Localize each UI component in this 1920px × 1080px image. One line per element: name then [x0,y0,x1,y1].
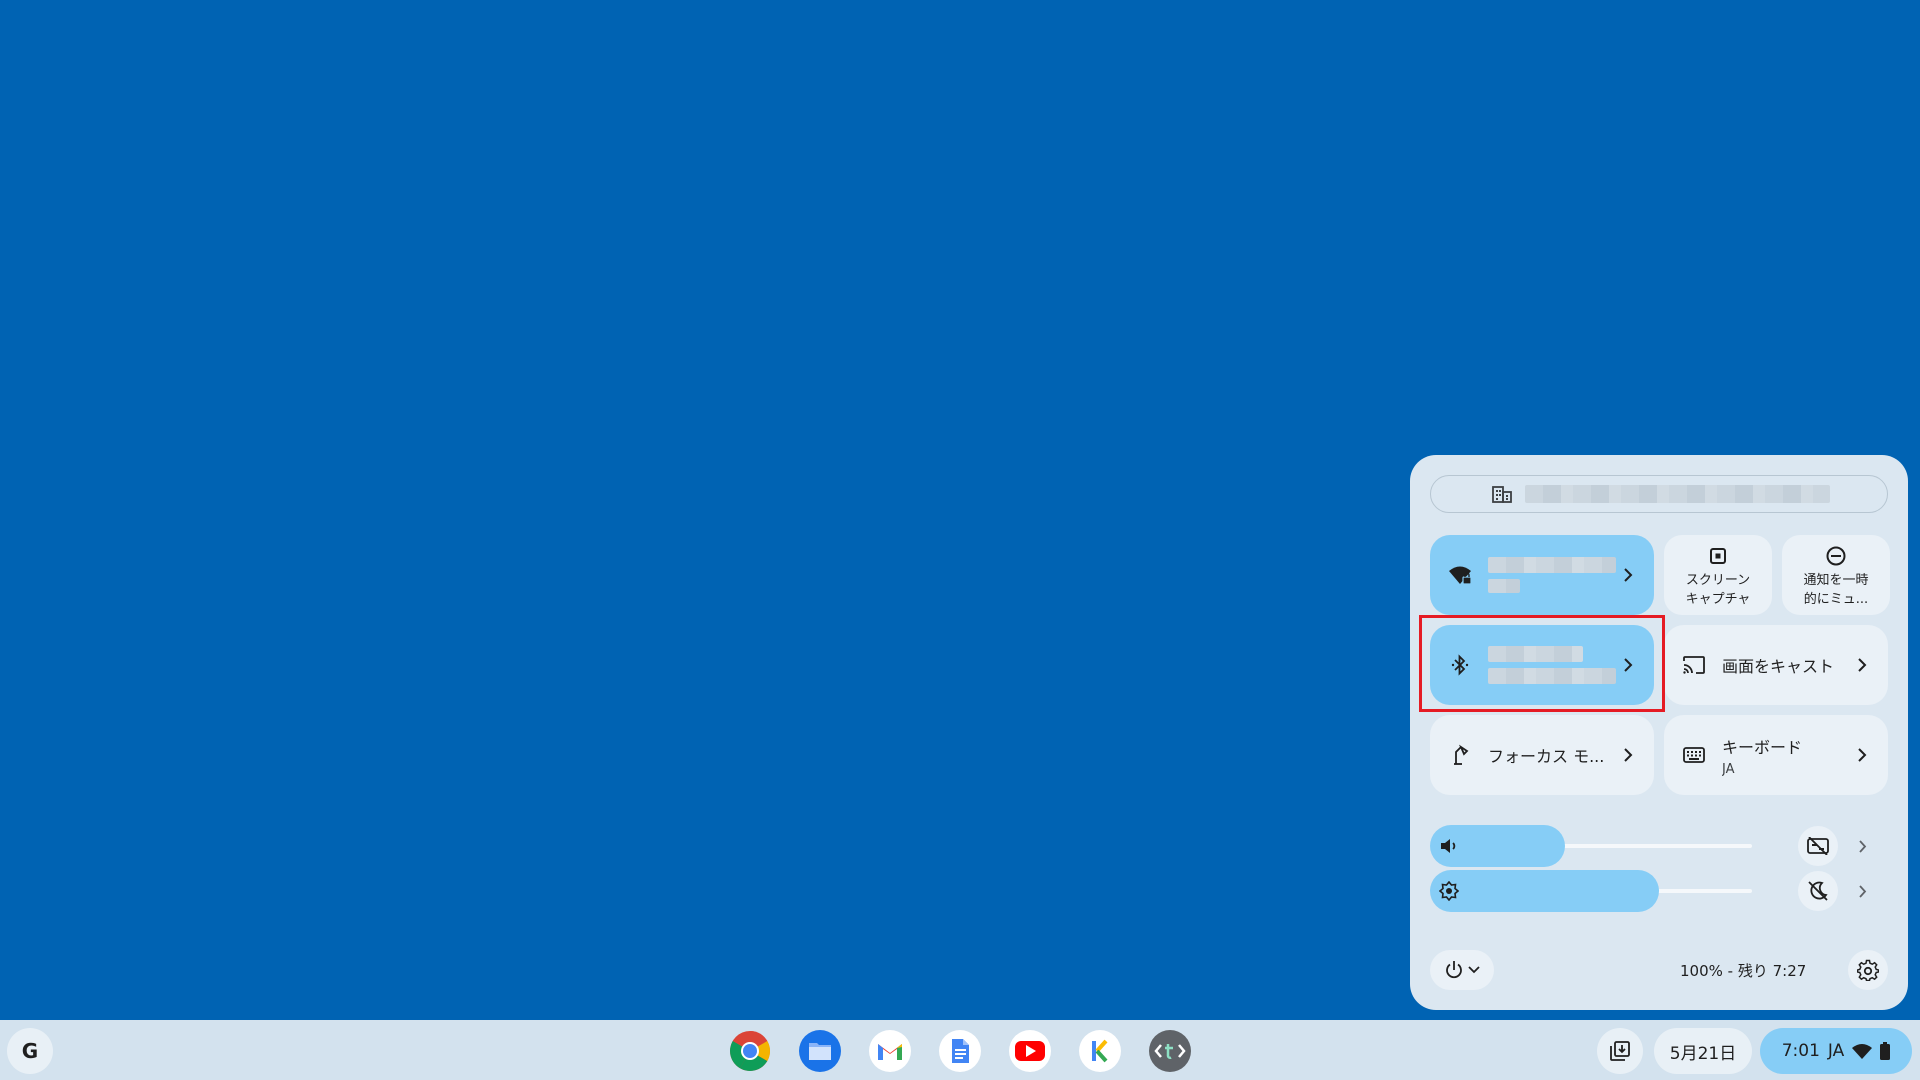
settings-button[interactable] [1848,950,1888,990]
network-tile-text [1488,557,1616,593]
chevron-right-icon[interactable] [1616,743,1640,767]
night-light-off-button[interactable] [1798,871,1838,911]
gmail-icon[interactable] [867,1028,913,1074]
cast-tile[interactable]: 画面をキャスト [1664,625,1888,705]
launcher-g-label: G [21,1039,39,1063]
keyboard-ime: JA [1722,761,1735,777]
launcher-button[interactable]: G [7,1028,53,1074]
volume-icon[interactable] [1438,835,1460,857]
status-area[interactable]: 7:01 JA [1760,1028,1912,1074]
text-editor-icon[interactable] [1147,1028,1193,1074]
wifi-icon [1852,1044,1873,1059]
focus-lamp-icon [1448,743,1472,767]
chevron-right-icon[interactable] [1850,653,1874,677]
chrome-icon[interactable] [727,1028,773,1074]
brightness-slider[interactable] [1430,870,1888,912]
bluetooth-icon [1448,653,1472,677]
building-icon [1491,483,1513,505]
focus-mode-label: フォーカス モ... [1488,747,1605,766]
network-status-redacted [1488,579,1520,593]
caption-off-icon [1807,837,1829,855]
managed-device-bar[interactable] [1430,475,1888,513]
chevron-down-icon [1468,966,1480,974]
wifi-lock-icon [1448,563,1472,587]
keyboard-label: キーボード [1722,737,1803,757]
screen-capture-label-line2: キャプチャ [1685,592,1751,607]
chevron-right-icon[interactable] [1616,563,1640,587]
audio-settings-chevron-icon[interactable] [1850,834,1874,858]
managed-by-text-redacted [1525,485,1830,503]
dnd-label-line1: 通知を一時 [1803,573,1869,588]
youtube-icon[interactable] [1007,1028,1053,1074]
cast-label: 画面をキャスト [1722,657,1835,676]
date-tray[interactable]: 5月21日 [1654,1028,1752,1074]
screen-capture-icon [1664,545,1772,567]
do-not-disturb-icon [1782,545,1890,567]
battery-icon [1880,1042,1891,1060]
brightness-fill[interactable] [1430,870,1659,912]
holding-space-button[interactable] [1597,1028,1643,1074]
network-name-redacted [1488,557,1616,573]
chevron-right-icon[interactable] [1616,653,1640,677]
display-settings-chevron-icon[interactable] [1850,879,1874,903]
time-text: 7:01 [1781,1041,1820,1061]
cast-icon [1682,653,1706,677]
volume-slider[interactable] [1430,825,1888,867]
holding-space-icon [1610,1041,1630,1061]
bluetooth-name-redacted [1488,646,1583,662]
gear-icon [1857,959,1879,981]
chevron-right-icon[interactable] [1850,743,1874,767]
keyboard-icon [1682,743,1706,767]
quick-settings-panel: スクリーン キャプチャ 通知を一時 的にミュ... 画面をキャスト フォーカス … [1410,455,1908,1010]
bluetooth-status-redacted [1488,668,1616,684]
brightness-icon [1438,880,1460,902]
bluetooth-tile[interactable] [1430,625,1654,705]
live-caption-off-button[interactable] [1798,826,1838,866]
battery-status: 100% - 残り 7:27 [1680,962,1807,980]
power-menu-button[interactable] [1430,950,1494,990]
power-icon [1446,961,1462,979]
focus-mode-tile[interactable]: フォーカス モ... [1430,715,1654,795]
kami-icon[interactable] [1077,1028,1123,1074]
screen-capture-tile[interactable]: スクリーン キャプチャ [1664,535,1772,615]
docs-icon[interactable] [937,1028,983,1074]
do-not-disturb-tile[interactable]: 通知を一時 的にミュ... [1782,535,1890,615]
date-text: 5月21日 [1669,1043,1737,1064]
files-icon[interactable] [797,1028,843,1074]
bluetooth-tile-text [1488,646,1616,684]
screen-capture-label-line1: スクリーン [1685,573,1751,588]
night-light-off-icon [1808,881,1828,901]
shelf: G 5月21日 7:01 JA [0,1020,1920,1080]
ime-text: JA [1827,1041,1845,1061]
dnd-label-line2: 的にミュ... [1803,592,1869,607]
keyboard-tile[interactable]: キーボード JA [1664,715,1888,795]
network-tile[interactable] [1430,535,1654,615]
